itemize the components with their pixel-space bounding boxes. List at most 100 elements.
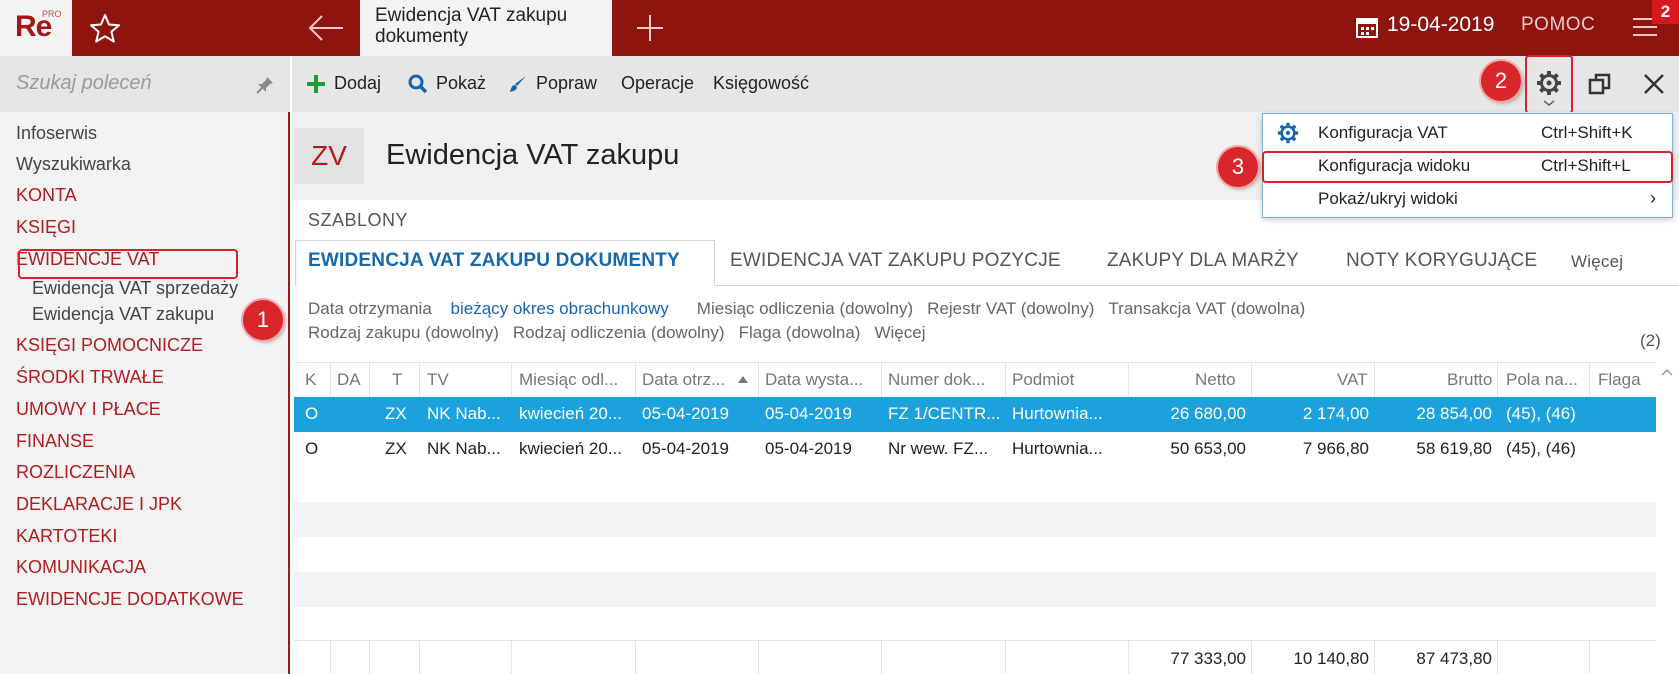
- close-icon[interactable]: [1642, 72, 1666, 96]
- sidebar-item-wyszukiwarka[interactable]: Wyszukiwarka: [16, 154, 131, 175]
- new-tab-plus-icon[interactable]: [634, 12, 666, 44]
- filter-value[interactable]: bieżący okres obrachunkowy: [451, 299, 669, 318]
- filter-flaga[interactable]: Flaga (dowolna): [739, 323, 861, 342]
- grid-line: [369, 640, 370, 674]
- empty-row: [294, 537, 1656, 572]
- sidebar-item-kartoteki[interactable]: KARTOTEKI: [16, 526, 117, 547]
- sidebar-item-umowy-i-place[interactable]: UMOWY I PŁACE: [16, 399, 161, 420]
- sidebar-item-ksiegi-pomocnicze[interactable]: KSIĘGI POMOCNICZE: [16, 335, 203, 356]
- sidebar-item-deklaracje-i-jpk[interactable]: DEKLARACJE I JPK: [16, 494, 182, 515]
- favorites-star-icon[interactable]: [88, 12, 122, 44]
- grid-line: [1497, 640, 1498, 674]
- cell-podmiot: Hurtownia...: [1012, 404, 1103, 423]
- filter-rejestr-vat[interactable]: Rejestr VAT (dowolny): [927, 299, 1094, 318]
- tab-noty-korygujace[interactable]: NOTY KORYGUJĄCE: [1346, 250, 1537, 272]
- sidebar-item-komunikacja[interactable]: KOMUNIKACJA: [16, 557, 146, 578]
- column-header[interactable]: DA: [337, 370, 361, 390]
- sidebar-item-srodki-trwale[interactable]: ŚRODKI TRWAŁE: [16, 367, 164, 388]
- sidebar-item-finanse[interactable]: FINANSE: [16, 431, 94, 452]
- sidebar-item-ewidencja-vat-sprzedazy[interactable]: Ewidencja VAT sprzedaży: [32, 278, 238, 299]
- add-button[interactable]: Dodaj: [306, 73, 381, 94]
- working-date[interactable]: 19-04-2019: [1387, 13, 1494, 37]
- column-header[interactable]: T: [392, 370, 402, 390]
- table-row[interactable]: O ZX NK Nab... kwiecień 20... 05-04-2019…: [294, 397, 1656, 432]
- column-header[interactable]: Data wysta...: [765, 370, 875, 390]
- tab-zakupy-dla-marzy[interactable]: ZAKUPY DLA MARŻY: [1107, 250, 1299, 272]
- column-header[interactable]: Brutto: [1447, 370, 1492, 390]
- total-vat: 10 140,80: [1293, 649, 1369, 668]
- filter-data-otrzymania[interactable]: Data otrzymania bieżący okres obrachunko…: [308, 299, 683, 318]
- pin-icon[interactable]: [255, 75, 275, 95]
- table-row[interactable]: O ZX NK Nab... kwiecień 20... 05-04-2019…: [294, 432, 1656, 467]
- sidebar-item-ewidencja-vat-zakupu[interactable]: Ewidencja VAT zakupu: [32, 304, 214, 325]
- grid-line: [511, 640, 512, 674]
- help-link[interactable]: POMOC: [1521, 14, 1595, 36]
- accounting-menu[interactable]: Księgowość: [713, 73, 809, 94]
- selected-item-highlight: [18, 249, 238, 279]
- column-header[interactable]: VAT: [1337, 370, 1368, 390]
- sidebar-item-ksiegi[interactable]: KSIĘGI: [16, 217, 76, 238]
- sidebar-item-ewidencje-dodatkowe[interactable]: EWIDENCJE DODATKOWE: [16, 589, 244, 610]
- column-header[interactable]: Pola na...: [1506, 370, 1581, 390]
- cell-t: ZX: [385, 404, 407, 423]
- column-header[interactable]: TV: [427, 370, 449, 390]
- cell-numer: FZ 1/CENTR...: [888, 404, 1001, 423]
- tab-divider: [715, 285, 1679, 286]
- column-header[interactable]: Miesiąc odl...: [519, 370, 629, 390]
- cell-tv: NK Nab...: [427, 404, 501, 423]
- column-header[interactable]: Data otrz...: [642, 370, 738, 390]
- filter-rodzaj-zakupu[interactable]: Rodzaj zakupu (dowolny): [308, 323, 499, 342]
- chevron-down-icon[interactable]: [1542, 99, 1556, 107]
- tab-ewidencja-vat-zakupu-pozycje[interactable]: EWIDENCJA VAT ZAKUPU POZYCJE: [730, 250, 1061, 272]
- grid-line: [1251, 640, 1252, 674]
- operations-menu[interactable]: Operacje: [621, 73, 694, 94]
- total-brutto: 87 473,80: [1416, 649, 1492, 668]
- column-header[interactable]: Podmiot: [1012, 370, 1122, 390]
- menu-item-pokaz-ukryj-widoki[interactable]: Pokaż/ukryj widoki ›: [1263, 182, 1672, 215]
- cell-vat: 2 174,00: [1302, 404, 1369, 423]
- empty-row: [294, 607, 1656, 637]
- menu-item-konfiguracja-vat[interactable]: Konfiguracja VAT Ctrl+Shift+K: [1263, 116, 1672, 149]
- filters-row-2: Rodzaj zakupu (dowolny) Rodzaj odliczenia…: [308, 321, 1319, 345]
- gear-icon[interactable]: [1536, 70, 1562, 96]
- template-tabs: EWIDENCJA VAT ZAKUPU DOKUMENTY EWIDENCJA…: [292, 238, 1679, 282]
- tab-wiecej[interactable]: Więcej: [1571, 252, 1623, 272]
- grid-line: [1589, 362, 1590, 397]
- edit-button[interactable]: Popraw: [508, 73, 597, 94]
- sidebar-item-infoserwis[interactable]: Infoserwis: [16, 123, 97, 144]
- column-header[interactable]: Flaga: [1598, 370, 1641, 390]
- cell-k: O: [305, 439, 319, 458]
- column-header[interactable]: Numer dok...: [888, 370, 998, 390]
- sort-ascending-icon: [738, 376, 748, 383]
- column-header[interactable]: K: [305, 370, 316, 390]
- cell-pola: (45), (46): [1506, 404, 1576, 423]
- filter-rodzaj-odliczenia[interactable]: Rodzaj odliczenia (dowolny): [513, 323, 725, 342]
- sidebar-item-rozliczenia[interactable]: ROZLICZENIA: [16, 462, 135, 483]
- app-logo[interactable]: Re PRO: [0, 0, 72, 56]
- cell-brutto: 58 619,80: [1416, 439, 1492, 458]
- empty-row: [294, 572, 1656, 607]
- grid-line: [1128, 362, 1129, 397]
- filter-wiecej[interactable]: Więcej: [874, 323, 925, 342]
- sidebar-item-konta[interactable]: KONTA: [16, 185, 77, 206]
- calendar-icon[interactable]: [1356, 16, 1378, 38]
- filters-row-1: Data otrzymania bieżący okres obrachunko…: [308, 297, 1319, 321]
- grid-line: [758, 362, 759, 397]
- tab-ewidencja-vat-zakupu-dokumenty[interactable]: EWIDENCJA VAT ZAKUPU DOKUMENTY: [308, 250, 680, 272]
- notification-badge[interactable]: 2: [1652, 0, 1679, 24]
- column-header[interactable]: Netto: [1195, 370, 1236, 390]
- filter-miesiac-odliczenia[interactable]: Miesiąc odliczenia (dowolny): [697, 299, 913, 318]
- restore-window-icon[interactable]: [1588, 72, 1612, 96]
- filter-transakcja-vat[interactable]: Transakcja VAT (dowolna): [1108, 299, 1305, 318]
- scroll-up-icon[interactable]: [1660, 367, 1674, 377]
- back-arrow-icon[interactable]: [306, 12, 346, 44]
- grid-line: [330, 640, 331, 674]
- grid-line: [419, 362, 420, 397]
- show-button[interactable]: Pokaż: [408, 73, 486, 94]
- open-tab-active[interactable]: Ewidencja VAT zakupu dokumenty: [360, 0, 612, 56]
- command-search-input[interactable]: [16, 68, 246, 98]
- grid-line: [1251, 362, 1252, 397]
- filter-label: Data otrzymania: [308, 299, 432, 318]
- cell-miesiac: kwiecień 20...: [519, 439, 622, 458]
- page-title: Ewidencja VAT zakupu: [386, 139, 680, 171]
